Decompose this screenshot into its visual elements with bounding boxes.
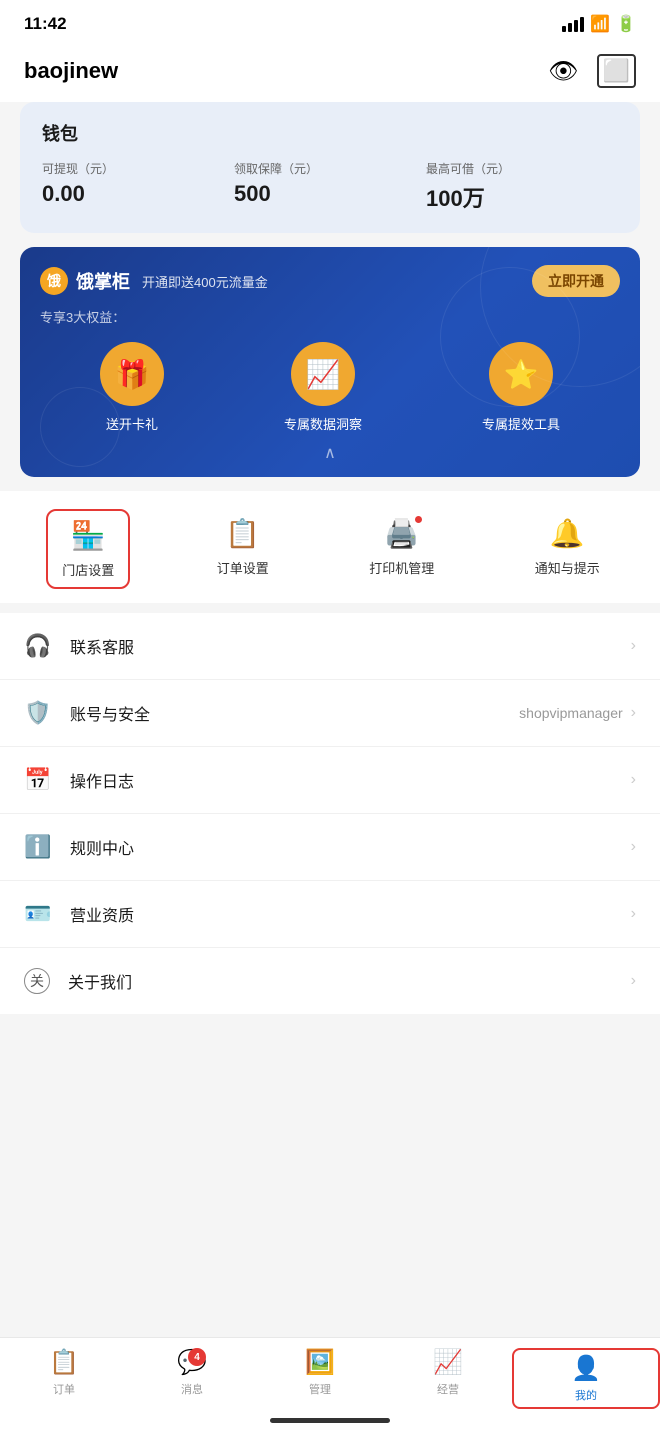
app-title: baojinew xyxy=(24,58,118,84)
wallet-value-1: 0.00 xyxy=(42,181,234,207)
mine-nav-label: 我的 xyxy=(575,1387,597,1403)
arrow-icon-4: › xyxy=(631,838,636,856)
menu-item-about[interactable]: 关 关于我们 › xyxy=(0,948,660,1014)
arrow-icon-5: › xyxy=(631,905,636,923)
menu-label-log: 操作日志 xyxy=(70,768,631,792)
manage-nav-icon: 🖼️ xyxy=(305,1348,335,1377)
quick-label-notification: 通知与提示 xyxy=(535,558,600,577)
app-header: baojinew 👁 ⬜ xyxy=(0,42,660,102)
scan-icon[interactable]: ⬜ xyxy=(597,54,636,88)
menu-item-business-license[interactable]: 🪪 营业资质 › xyxy=(0,881,660,948)
quick-label-store: 门店设置 xyxy=(62,560,114,579)
header-icons: 👁 ⬜ xyxy=(548,54,636,88)
banner-logo: 饿 xyxy=(40,267,68,295)
wallet-item-guarantee: 领取保障（元） 500 xyxy=(234,160,426,213)
menu-item-rules[interactable]: ℹ️ 规则中心 › xyxy=(0,814,660,881)
nav-item-mine[interactable]: 👤 我的 xyxy=(512,1348,660,1409)
menu-label-about: 关于我们 xyxy=(68,969,631,993)
messages-nav-label: 消息 xyxy=(181,1381,203,1397)
signal-icon xyxy=(562,17,584,32)
order-settings-icon: 📋 xyxy=(225,517,260,550)
arrow-icon-2: › xyxy=(631,704,636,722)
orders-nav-icon: 📋 xyxy=(49,1348,79,1377)
menu-label-license: 营业资质 xyxy=(70,902,631,926)
nav-item-business[interactable]: 📈 经营 xyxy=(384,1348,512,1409)
menu-label-account: 账号与安全 xyxy=(70,701,519,725)
quick-item-printer[interactable]: 🖨️ 打印机管理 xyxy=(355,509,448,589)
promo-banner[interactable]: 饿 饿掌柜 开通即送400元流量金 立即开通 专享3大权益： 🎁 送开卡礼 📈 … xyxy=(20,247,640,477)
account-value: shopvipmanager xyxy=(519,705,623,721)
arrow-icon-6: › xyxy=(631,972,636,990)
printer-badge xyxy=(414,515,423,524)
quick-label-printer: 打印机管理 xyxy=(369,558,434,577)
banner-benefit-2: 📈 专属数据洞察 xyxy=(284,342,362,433)
notification-icon: 🔔 xyxy=(550,517,585,550)
calendar-icon: 📅 xyxy=(24,767,52,793)
quick-item-notification[interactable]: 🔔 通知与提示 xyxy=(521,509,614,589)
menu-item-account-security[interactable]: 🛡️ 账号与安全 shopvipmanager › xyxy=(0,680,660,747)
battery-icon: 🔋 xyxy=(616,14,636,34)
quick-item-order-settings[interactable]: 📋 订单设置 xyxy=(203,509,283,589)
quick-menu: 🏪 门店设置 📋 订单设置 🖨️ 打印机管理 🔔 通知与提示 xyxy=(0,491,660,603)
wallet-card: 钱包 可提现（元） 0.00 领取保障（元） 500 最高可借（元） 100万 xyxy=(20,102,640,233)
shield-icon: 🛡️ xyxy=(24,700,52,726)
banner-benefit-label-3: 专属提效工具 xyxy=(482,414,560,433)
printer-icon: 🖨️ xyxy=(384,517,419,550)
eye-icon[interactable]: 👁 xyxy=(548,57,578,86)
info-icon: ℹ️ xyxy=(24,834,52,860)
banner-chevron: ∧ xyxy=(40,443,620,463)
menu-label-rules: 规则中心 xyxy=(70,835,631,859)
arrow-icon-1: › xyxy=(631,637,636,655)
banner-benefit-icon-1: 🎁 xyxy=(100,342,164,406)
mine-nav-icon: 👤 xyxy=(571,1354,601,1383)
messages-badge: 4 xyxy=(188,1348,206,1366)
customer-service-icon: 🎧 xyxy=(24,633,52,659)
menu-item-customer-service[interactable]: 🎧 联系客服 › xyxy=(0,613,660,680)
banner-brand-name: 饿掌柜 xyxy=(76,268,130,294)
status-icons: 📶 🔋 xyxy=(562,14,636,34)
status-time: 11:42 xyxy=(24,14,67,34)
home-indicator xyxy=(270,1418,390,1423)
wallet-value-3: 100万 xyxy=(426,181,618,213)
arrow-icon-3: › xyxy=(631,771,636,789)
wallet-item-max-loan: 最高可借（元） 100万 xyxy=(426,160,618,213)
status-bar: 11:42 📶 🔋 xyxy=(0,0,660,42)
store-icon: 🏪 xyxy=(71,519,106,552)
menu-list: 🎧 联系客服 › 🛡️ 账号与安全 shopvipmanager › 📅 操作日… xyxy=(0,613,660,1014)
about-icon: 关 xyxy=(24,968,50,994)
manage-nav-label: 管理 xyxy=(309,1381,331,1397)
nav-item-manage[interactable]: 🖼️ 管理 xyxy=(256,1348,384,1409)
menu-label-customer-service: 联系客服 xyxy=(70,634,631,658)
nav-item-orders[interactable]: 📋 订单 xyxy=(0,1348,128,1409)
quick-item-store-settings[interactable]: 🏪 门店设置 xyxy=(46,509,130,589)
banner-promo-text: 开通即送400元流量金 xyxy=(142,272,268,291)
banner-benefit-label-2: 专属数据洞察 xyxy=(284,414,362,433)
wallet-item-withdrawable: 可提现（元） 0.00 xyxy=(42,160,234,213)
banner-benefit-icon-2: 📈 xyxy=(291,342,355,406)
wallet-label-1: 可提现（元） xyxy=(42,160,234,177)
wifi-icon: 📶 xyxy=(590,14,610,34)
business-nav-icon: 📈 xyxy=(433,1348,463,1377)
id-icon: 🪪 xyxy=(24,901,52,927)
bottom-nav: 📋 订单 💬 消息 4 🖼️ 管理 📈 经营 👤 我的 xyxy=(0,1337,660,1429)
wallet-label-2: 领取保障（元） xyxy=(234,160,426,177)
banner-brand-area: 饿 饿掌柜 开通即送400元流量金 xyxy=(40,267,268,295)
orders-nav-label: 订单 xyxy=(53,1381,75,1397)
quick-label-order: 订单设置 xyxy=(217,558,269,577)
wallet-row: 可提现（元） 0.00 领取保障（元） 500 最高可借（元） 100万 xyxy=(42,160,618,213)
wallet-value-2: 500 xyxy=(234,181,426,207)
business-nav-label: 经营 xyxy=(437,1381,459,1397)
wallet-label-3: 最高可借（元） xyxy=(426,160,618,177)
menu-item-operation-log[interactable]: 📅 操作日志 › xyxy=(0,747,660,814)
nav-item-messages[interactable]: 💬 消息 4 xyxy=(128,1348,256,1409)
wallet-title: 钱包 xyxy=(42,120,618,146)
